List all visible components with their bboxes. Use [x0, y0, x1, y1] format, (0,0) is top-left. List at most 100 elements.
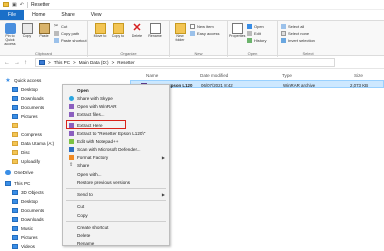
- move-to-button[interactable]: Move to: [92, 23, 108, 39]
- invert-selection-button[interactable]: Invert selection: [281, 37, 315, 43]
- menu-item-cut[interactable]: Cut: [63, 203, 169, 210]
- easy-access-button[interactable]: Easy access: [190, 30, 219, 36]
- menu-item-create-shortcut[interactable]: Create shortcut: [63, 224, 169, 231]
- cube-icon: [12, 190, 18, 195]
- skype-icon: [69, 96, 74, 101]
- new-folder-button[interactable]: New folder: [172, 23, 188, 43]
- folder-icon: [12, 150, 18, 155]
- menu-item-restore-versions[interactable]: Restore previous versions: [63, 179, 169, 186]
- organize-group: Move to Copy to ✕ Delete Rename Organize: [88, 21, 170, 57]
- path-icon: [54, 30, 59, 36]
- breadcrumb-resetter[interactable]: Resetter: [117, 60, 134, 65]
- star-icon: ★: [5, 78, 11, 84]
- copy-path-button[interactable]: Copy path: [54, 30, 79, 36]
- menu-separator: [66, 188, 166, 189]
- breadcrumb-this-pc[interactable]: This PC: [54, 60, 70, 65]
- tab-file[interactable]: File: [0, 10, 25, 20]
- copy-to-icon: [112, 23, 124, 34]
- menu-item-open-with[interactable]: Open with...: [63, 171, 169, 178]
- share-icon: ⇪: [69, 162, 74, 168]
- menu-item-scan-defender[interactable]: Scan with Microsoft Defender...: [63, 146, 169, 153]
- music-icon: [12, 226, 18, 231]
- open-button[interactable]: Open: [247, 23, 264, 29]
- downloads-icon: [12, 217, 18, 222]
- copy-icon: [21, 23, 33, 34]
- notepadpp-icon: [69, 139, 74, 144]
- pin-quick-access-button[interactable]: Pin to Quick access: [2, 23, 18, 47]
- up-button[interactable]: ↑: [24, 60, 27, 66]
- history-icon: [247, 37, 252, 43]
- column-header-size[interactable]: Size: [354, 70, 363, 80]
- quick-access-separator: [26, 1, 28, 8]
- column-header-date[interactable]: Date modified: [200, 70, 228, 80]
- open-group: Properties Open Edit History Open: [228, 21, 278, 57]
- properties-button[interactable]: Properties: [229, 23, 245, 39]
- folder-icon: [12, 159, 18, 164]
- winrar-icon: [69, 131, 74, 136]
- paste-shortcut-button[interactable]: Paste shortcut: [54, 37, 87, 43]
- pictures-icon: [12, 235, 18, 240]
- new-item-button[interactable]: New item: [190, 23, 214, 29]
- breadcrumb-main-data[interactable]: Main Data (D:): [79, 60, 109, 65]
- videos-icon: [12, 244, 18, 249]
- menu-separator: [66, 221, 166, 222]
- tab-home[interactable]: Home: [24, 10, 53, 20]
- easy-access-icon: [190, 30, 195, 36]
- documents-icon: [12, 208, 18, 213]
- save-icon[interactable]: ▣: [12, 2, 17, 8]
- drive-icon: [12, 141, 18, 146]
- select-group: Select all Select none Invert selection …: [278, 21, 338, 57]
- back-button[interactable]: ←: [4, 60, 10, 66]
- menu-item-format-factory[interactable]: Format Factory ▶: [63, 154, 169, 161]
- select-all-button[interactable]: Select all: [281, 23, 304, 29]
- breadcrumb-separator: >: [48, 60, 51, 65]
- menu-item-open[interactable]: Open: [63, 87, 169, 94]
- tab-view[interactable]: View: [83, 10, 110, 20]
- highlight-box: [66, 120, 126, 129]
- tab-share[interactable]: Share: [53, 10, 82, 20]
- format-factory-icon: [69, 155, 74, 160]
- paste-icon: [38, 23, 50, 34]
- copy-button[interactable]: Copy: [19, 23, 35, 39]
- menu-item-open-with-winrar[interactable]: Open with WinRAR: [63, 103, 169, 110]
- new-label: New: [194, 51, 203, 56]
- breadcrumb[interactable]: > This PC > Main Data (D:) > Resetter: [35, 58, 335, 67]
- documents-icon: [12, 105, 18, 110]
- copy-to-button[interactable]: Copy to: [110, 23, 126, 39]
- paste-button[interactable]: Paste: [36, 23, 52, 39]
- forward-button[interactable]: →: [14, 60, 20, 66]
- menu-item-share-skype[interactable]: Share with Skype: [63, 95, 169, 102]
- file-date-cell: 06/07/2021 8:42: [201, 82, 233, 88]
- menu-item-edit-notepadpp[interactable]: Edit with Notepad++: [63, 138, 169, 145]
- title-bar: ▣ ↶ Resetter: [0, 0, 384, 10]
- scissors-icon: ✂: [54, 22, 59, 29]
- column-header-type[interactable]: Type: [282, 70, 292, 80]
- select-label: Select: [302, 51, 314, 56]
- menu-item-share[interactable]: ⇪ Share: [63, 162, 169, 169]
- cut-button[interactable]: ✂ Cut: [54, 23, 67, 29]
- menu-item-extract-to[interactable]: Extract to "Resetter Epson L120\": [63, 130, 169, 137]
- undo-icon[interactable]: ↶: [20, 2, 24, 8]
- menu-item-send-to[interactable]: Send to ▶: [63, 191, 169, 198]
- open-label: Open: [247, 51, 258, 56]
- clipboard-label: Clipboard: [34, 51, 53, 56]
- rename-button[interactable]: Rename: [147, 23, 163, 39]
- computer-icon: [5, 181, 11, 186]
- cloud-icon: [5, 170, 11, 175]
- edit-button[interactable]: Edit: [247, 30, 261, 36]
- column-header-name[interactable]: Name: [146, 70, 158, 80]
- menu-item-extract-files[interactable]: Extract files...: [63, 111, 169, 118]
- pictures-icon: [12, 114, 18, 119]
- select-none-button[interactable]: Select none: [281, 30, 309, 36]
- move-to-icon: [94, 23, 106, 34]
- window-title: Resetter: [30, 1, 50, 8]
- pin-icon: [4, 23, 16, 34]
- open-icon: [247, 23, 252, 29]
- menu-item-copy[interactable]: Copy: [63, 212, 169, 219]
- history-button[interactable]: History: [247, 37, 266, 43]
- file-size-cell: 2,073 KB: [350, 82, 369, 88]
- delete-button[interactable]: ✕ Delete: [129, 23, 145, 39]
- menu-item-delete[interactable]: Delete: [63, 232, 169, 239]
- organize-label: Organize: [120, 51, 137, 56]
- folder-icon: [12, 123, 18, 128]
